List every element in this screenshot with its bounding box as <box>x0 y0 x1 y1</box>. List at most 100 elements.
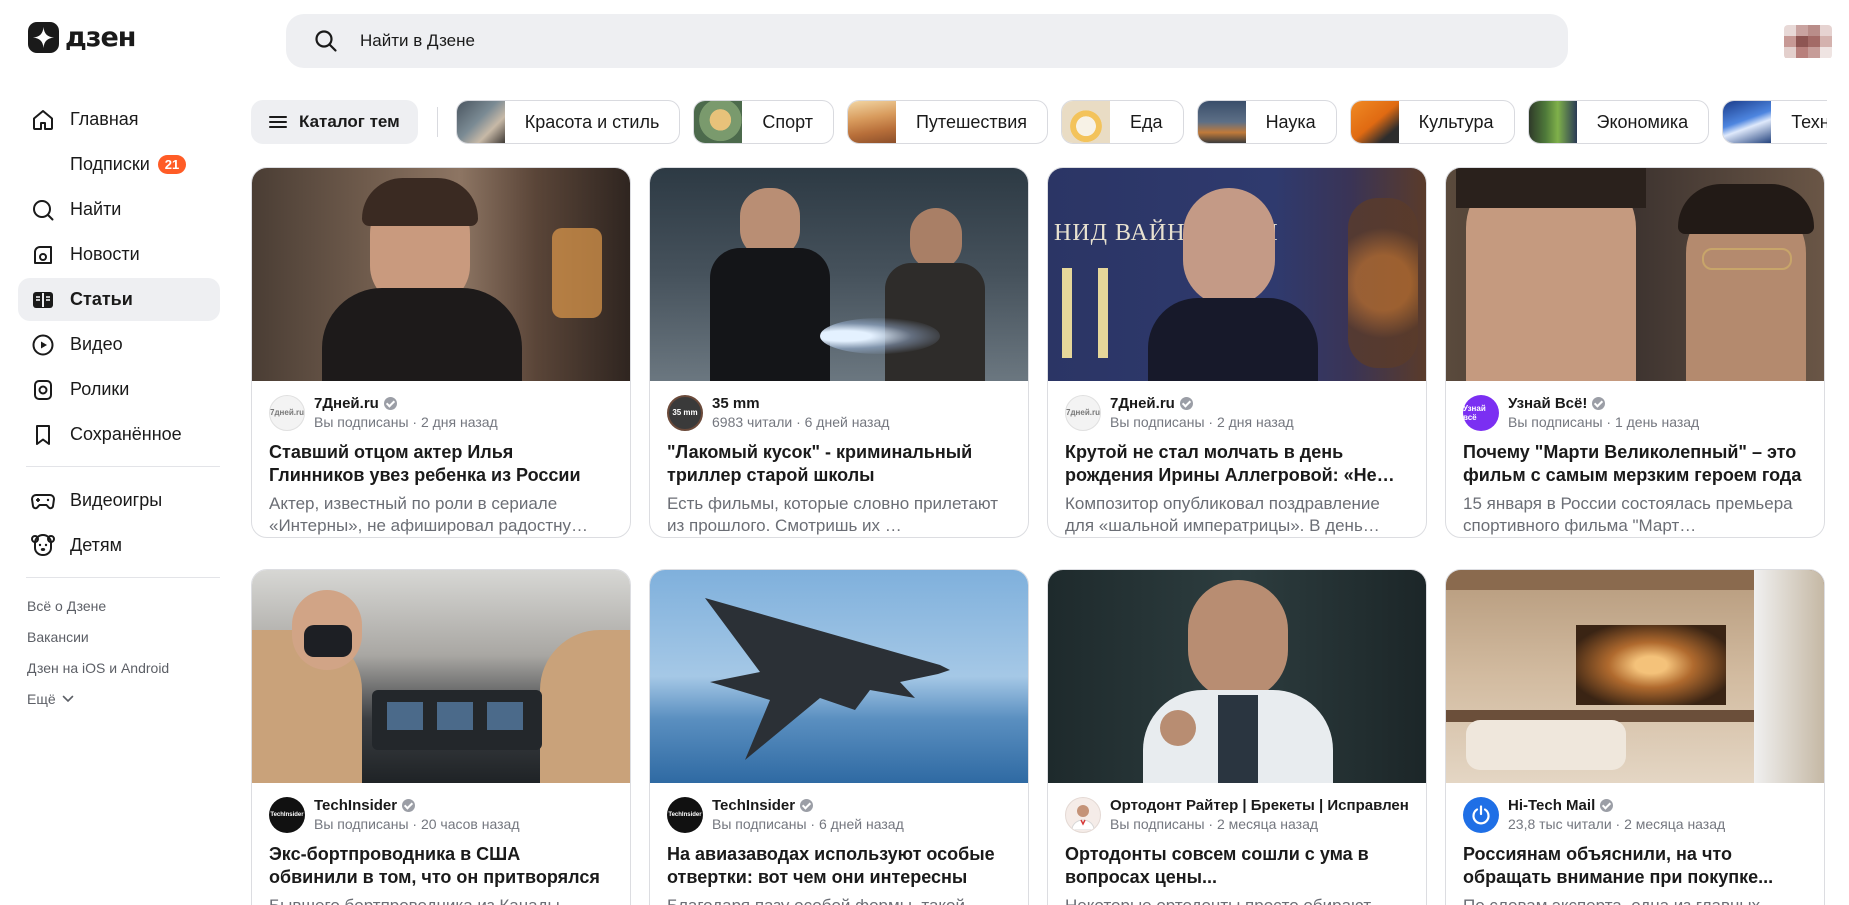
article-card[interactable]: TechInsider TechInsider Вы подписаны · 2… <box>251 569 631 905</box>
sidebar-item-subscriptions[interactable]: Подписки 21 <box>18 143 220 186</box>
footer-link-apps[interactable]: Дзен на iOS и Android <box>18 652 220 683</box>
article-image <box>252 168 630 381</box>
source-name-text: TechInsider <box>712 797 796 814</box>
verified-icon <box>800 799 814 812</box>
sidebar-item-videogames[interactable]: Видеоигры <box>18 479 220 522</box>
article-card[interactable]: НИД ВАЙНШТЕЙН 7дней.ru 7Дней.ru Вы подпи… <box>1047 167 1427 538</box>
articles-icon <box>30 287 56 313</box>
sidebar-divider <box>26 466 220 467</box>
sidebar-item-label: Новости <box>70 244 140 264</box>
article-image <box>1048 570 1426 783</box>
sidebar-item-label: Ролики <box>70 379 130 399</box>
chip-thumbnail <box>1197 101 1246 143</box>
source-name: 35 mm <box>712 395 889 412</box>
article-card[interactable]: 7дней.ru 7Дней.ru Вы подписаны · 2 дня н… <box>251 167 631 538</box>
sidebar-item-articles[interactable]: Статьи <box>18 278 220 321</box>
chip-sport[interactable]: Спорт <box>693 100 834 144</box>
chip-food[interactable]: Еда <box>1061 100 1184 144</box>
home-icon <box>30 107 56 133</box>
chip-beauty[interactable]: Красота и стиль <box>455 100 681 144</box>
chip-thumbnail <box>1528 101 1577 143</box>
source-avatar: TechInsider <box>667 796 703 833</box>
source-name: Узнай Всё! <box>1508 395 1699 412</box>
chip-thumbnail <box>694 101 743 143</box>
source-name: Hi-Tech Mail <box>1508 797 1725 814</box>
source-name-text: TechInsider <box>314 797 398 814</box>
source-subline: 23,8 тыс читали · 2 месяца назад <box>1508 816 1726 832</box>
shorts-icon <box>30 377 56 403</box>
dzen-logo[interactable]: дзен <box>28 22 136 53</box>
footer-link-about[interactable]: Всё о Дзене <box>18 590 220 621</box>
gamepad-icon <box>30 488 56 514</box>
chip-travel[interactable]: Путешествия <box>846 100 1049 144</box>
sidebar-divider <box>26 577 220 578</box>
chip-label: Еда <box>1130 111 1163 132</box>
verified-icon <box>1600 799 1614 812</box>
article-source[interactable]: Узнай всё Узнай Всё! Вы подписаны · 1 де… <box>1446 381 1824 432</box>
article-description: Актер, известный по роли в сериале «Инте… <box>269 494 589 535</box>
chip-science[interactable]: Наука <box>1196 100 1337 144</box>
article-title: Россиянам объяснили, на что обращать вни… <box>1463 844 1774 887</box>
article-source[interactable]: 7дней.ru 7Дней.ru Вы подписаны · 2 дня н… <box>1048 381 1426 432</box>
user-avatar[interactable] <box>1784 25 1832 59</box>
chip-tech[interactable]: Техн <box>1722 100 1827 144</box>
source-name: 7Дней.ru <box>314 395 498 412</box>
verified-icon <box>1179 397 1193 410</box>
verified-icon <box>383 397 397 410</box>
source-subline: Вы подписаны · 2 месяца назад <box>1110 816 1319 832</box>
chip-label: Экономика <box>1596 111 1689 132</box>
sidebar-item-search[interactable]: Найти <box>18 188 220 231</box>
article-title: Ставший отцом актер Илья Глинников увез … <box>269 442 581 485</box>
sidebar-item-label: Главная <box>70 109 139 129</box>
chip-economy[interactable]: Экономика <box>1527 100 1710 144</box>
search-input[interactable]: Найти в Дзене <box>286 14 1568 68</box>
menu-icon <box>269 116 287 128</box>
category-chips: Каталог тем Красота и стиль Спорт Путеше… <box>251 100 1827 144</box>
chip-label: Культура <box>1418 111 1494 132</box>
sidebar-item-shorts[interactable]: Ролики <box>18 368 220 411</box>
footer-link-more[interactable]: Ещё <box>18 683 220 714</box>
chips-separator <box>436 107 438 137</box>
chip-label: Красота и стиль <box>524 111 660 132</box>
article-card[interactable]: 35 mm 35 mm 6983 читали · 6 дней назад "… <box>649 167 1029 538</box>
catalog-button[interactable]: Каталог тем <box>251 100 418 144</box>
source-avatar <box>1065 796 1101 833</box>
article-description: Бывшего бортпроводника из Канады… <box>252 889 630 905</box>
sidebar-item-label: Детям <box>70 535 122 555</box>
article-source[interactable]: TechInsider TechInsider Вы подписаны · 2… <box>252 783 630 834</box>
search-icon <box>315 30 337 52</box>
sidebar-item-saved[interactable]: Сохранённое <box>18 413 220 456</box>
article-source[interactable]: 35 mm 35 mm 6983 читали · 6 дней назад <box>650 381 1028 432</box>
article-source[interactable]: Ортодонт Райтер | Брекеты | Исправлен… В… <box>1048 783 1426 834</box>
article-image <box>650 570 1028 783</box>
sidebar-item-home[interactable]: Главная <box>18 98 220 141</box>
sidebar-item-video[interactable]: Видео <box>18 323 220 366</box>
article-image <box>252 570 630 783</box>
sidebar-item-news[interactable]: Новости <box>18 233 220 276</box>
sidebar-item-kids[interactable]: Детям <box>18 524 220 567</box>
sidebar: Главная Подписки 21 Найти Новости Статьи… <box>18 98 220 714</box>
source-subline: Вы подписаны · 6 дней назад <box>712 816 904 832</box>
source-name-text: 35 mm <box>712 395 760 412</box>
search-icon <box>30 197 56 223</box>
article-card[interactable]: Ортодонт Райтер | Брекеты | Исправлен… В… <box>1047 569 1427 905</box>
footer-link-jobs[interactable]: Вакансии <box>18 621 220 652</box>
article-source[interactable]: Hi-Tech Mail 23,8 тыс читали · 2 месяца … <box>1446 783 1824 834</box>
article-description: Некоторые ортодонты просто обирают… <box>1048 889 1426 905</box>
source-avatar: TechInsider <box>269 796 305 833</box>
chip-culture[interactable]: Культура <box>1349 100 1515 144</box>
source-avatar <box>1463 796 1499 833</box>
article-title: Почему "Марти Великолепный" – это фильм … <box>1463 442 1802 485</box>
article-card[interactable]: Узнай всё Узнай Всё! Вы подписаны · 1 де… <box>1445 167 1825 538</box>
article-source[interactable]: TechInsider TechInsider Вы подписаны · 6… <box>650 783 1028 834</box>
source-name-text: Узнай Всё! <box>1508 395 1588 412</box>
dzen-logo-icon <box>28 22 59 53</box>
source-avatar-text: 35 mm <box>672 408 698 417</box>
source-avatar-text: 7дней.ru <box>1066 408 1100 417</box>
article-card[interactable]: Hi-Tech Mail 23,8 тыс читали · 2 месяца … <box>1445 569 1825 905</box>
article-source[interactable]: 7дней.ru 7Дней.ru Вы подписаны · 2 дня н… <box>252 381 630 432</box>
article-card[interactable]: TechInsider TechInsider Вы подписаны · 6… <box>649 569 1029 905</box>
chip-label: Путешествия <box>915 111 1028 132</box>
article-title: На авиазаводах используют особые отвертк… <box>667 844 995 887</box>
sidebar-item-label: Видеоигры <box>70 490 163 510</box>
